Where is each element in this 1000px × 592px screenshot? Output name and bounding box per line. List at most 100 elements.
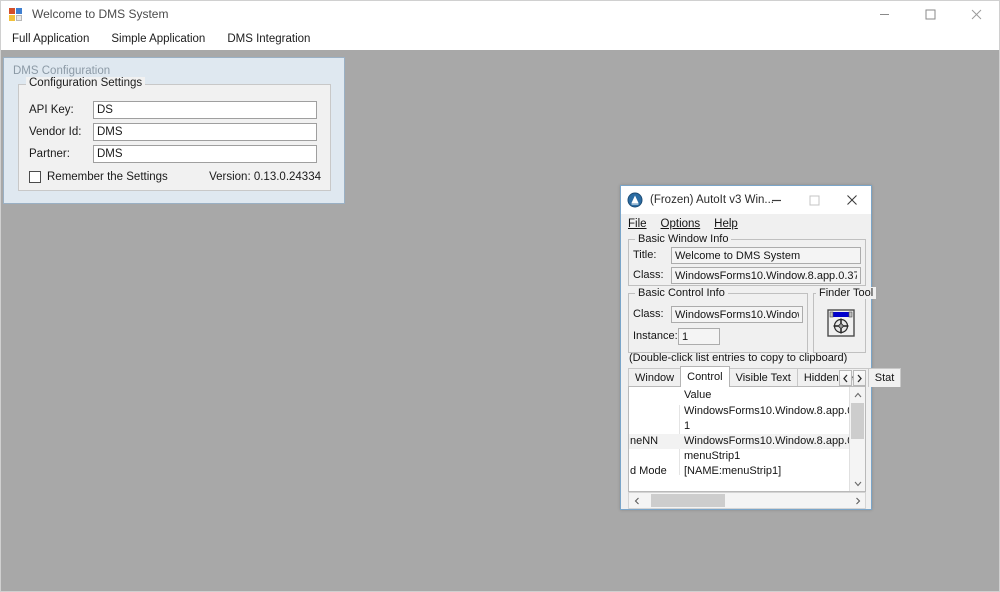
horizontal-scroll-thumb[interactable] bbox=[651, 494, 725, 507]
row-value: [NAME:menuStrip1] bbox=[684, 465, 782, 477]
maximize-icon bbox=[809, 195, 819, 205]
autoit-maximize-button[interactable] bbox=[795, 186, 833, 214]
row-property: d Mode bbox=[630, 465, 667, 477]
row-value: WindowsForms10.Window.8.app.0.37873 bbox=[684, 405, 865, 417]
window-class-value[interactable] bbox=[671, 267, 861, 284]
scroll-up-button[interactable] bbox=[850, 387, 865, 402]
control-properties-listview[interactable]: Value WindowsForms10.Window.8.app.0.3787… bbox=[628, 386, 866, 492]
table-row[interactable]: menuStrip1 bbox=[629, 449, 865, 464]
api-key-input[interactable] bbox=[93, 101, 317, 119]
maximize-button[interactable] bbox=[907, 1, 953, 28]
autoit-tab-strip: Window Control Visible Text Hidden Text … bbox=[628, 366, 902, 387]
table-row[interactable]: 1 bbox=[629, 419, 865, 434]
configuration-settings-group: Configuration Settings API Key: Vendor I… bbox=[18, 77, 331, 191]
chevron-down-icon bbox=[854, 481, 861, 486]
chevron-right-icon bbox=[855, 497, 860, 504]
partner-input[interactable] bbox=[93, 145, 317, 163]
tab-scroll-right-button[interactable] bbox=[853, 370, 866, 386]
tab-visible-text[interactable]: Visible Text bbox=[728, 368, 798, 387]
vendor-id-row: Vendor Id: bbox=[29, 123, 322, 141]
configuration-settings-legend: Configuration Settings bbox=[26, 77, 146, 89]
maximize-icon bbox=[925, 9, 935, 20]
scroll-left-button[interactable] bbox=[629, 493, 644, 508]
main-title-bar: Welcome to DMS System bbox=[1, 1, 999, 28]
dms-configuration-panel: DMS Configuration Configuration Settings… bbox=[3, 57, 345, 204]
table-row[interactable]: neNN WindowsForms10.Window.8.app.0.37873 bbox=[629, 434, 865, 449]
menu-item-help[interactable]: Help bbox=[707, 218, 745, 230]
minimize-icon bbox=[879, 14, 889, 15]
autoit-minimize-button[interactable] bbox=[757, 186, 795, 214]
tab-window[interactable]: Window bbox=[628, 368, 682, 387]
autoit-title-bar: (Frozen) AutoIt v3 Win... bbox=[621, 186, 871, 214]
close-icon bbox=[971, 9, 981, 20]
tab-control[interactable]: Control bbox=[680, 366, 730, 387]
remember-settings-checkbox[interactable]: Remember the Settings bbox=[29, 171, 168, 183]
dms-configuration-title: DMS Configuration bbox=[13, 65, 111, 77]
menu-item-options[interactable]: Options bbox=[654, 218, 708, 230]
window-class-label: Class: bbox=[633, 269, 664, 281]
autoit-menu-bar: File Options Help bbox=[621, 214, 871, 234]
chevron-left-icon bbox=[843, 374, 848, 382]
main-window-title: Welcome to DMS System bbox=[32, 7, 169, 21]
menu-item-file[interactable]: File bbox=[621, 218, 654, 230]
row-value: WindowsForms10.Window.8.app.0.37873 bbox=[684, 435, 865, 447]
menu-item-dms-integration[interactable]: DMS Integration bbox=[216, 30, 321, 48]
autoit-icon bbox=[627, 192, 643, 208]
api-key-row: API Key: bbox=[29, 101, 322, 119]
scroll-down-button[interactable] bbox=[850, 476, 865, 491]
menu-item-file-label: File bbox=[628, 218, 647, 230]
chevron-up-icon bbox=[854, 392, 861, 397]
listview-horizontal-scrollbar[interactable] bbox=[628, 492, 866, 509]
minimize-button[interactable] bbox=[861, 1, 907, 28]
partner-row: Partner: bbox=[29, 145, 322, 163]
close-button[interactable] bbox=[953, 1, 999, 28]
control-instance-value[interactable] bbox=[678, 328, 720, 345]
vertical-scroll-thumb[interactable] bbox=[851, 403, 864, 439]
control-class-value[interactable] bbox=[671, 306, 803, 323]
vendor-id-input[interactable] bbox=[93, 123, 317, 141]
minimize-icon bbox=[771, 199, 781, 201]
api-key-label: API Key: bbox=[29, 104, 74, 116]
listview-vertical-scrollbar[interactable] bbox=[849, 387, 865, 491]
main-menu-bar: Full Application Simple Application DMS … bbox=[1, 28, 999, 51]
listview-hint: (Double-click list entries to copy to cl… bbox=[629, 352, 848, 364]
row-value: 1 bbox=[684, 420, 691, 432]
scroll-right-button[interactable] bbox=[850, 493, 865, 508]
remember-settings-label: Remember the Settings bbox=[47, 171, 168, 183]
listview-header-value: Value bbox=[684, 389, 712, 401]
menu-item-simple-application[interactable]: Simple Application bbox=[100, 30, 216, 48]
menu-item-help-label: Help bbox=[714, 218, 738, 230]
autoit-window-info-tool: (Frozen) AutoIt v3 Win... File Options H… bbox=[620, 185, 902, 510]
table-row[interactable]: d Mode [NAME:menuStrip1] bbox=[629, 464, 865, 479]
menu-item-options-label: Options bbox=[660, 218, 701, 230]
tab-statusbar[interactable]: Stat bbox=[867, 368, 902, 387]
listview-rows: WindowsForms10.Window.8.app.0.37873 1 ne… bbox=[629, 404, 865, 479]
checkbox-box bbox=[29, 171, 41, 183]
finder-target-icon[interactable] bbox=[827, 309, 855, 337]
autoit-window-title: (Frozen) AutoIt v3 Win... bbox=[650, 194, 774, 206]
window-title-value[interactable] bbox=[671, 247, 861, 264]
basic-window-info-legend: Basic Window Info bbox=[635, 233, 732, 245]
control-class-label: Class: bbox=[633, 308, 664, 320]
control-instance-label: Instance: bbox=[633, 330, 678, 342]
chevron-right-icon bbox=[857, 374, 862, 382]
tab-spinner-buttons bbox=[838, 370, 866, 386]
window-title-label: Title: bbox=[633, 249, 657, 261]
main-window-controls bbox=[861, 1, 999, 28]
screen: Welcome to DMS System Full Application S… bbox=[0, 0, 1000, 592]
autoit-close-button[interactable] bbox=[833, 186, 871, 214]
version-text: Version: 0.13.0.24334 bbox=[209, 171, 321, 183]
app-squares-icon bbox=[8, 7, 24, 23]
close-icon bbox=[847, 195, 857, 205]
partner-label: Partner: bbox=[29, 148, 70, 160]
autoit-window-controls bbox=[757, 186, 871, 214]
listview-header: Value bbox=[629, 387, 865, 405]
menu-item-full-application[interactable]: Full Application bbox=[1, 30, 100, 48]
row-value: menuStrip1 bbox=[684, 450, 741, 462]
tab-scroll-left-button[interactable] bbox=[839, 370, 852, 386]
table-row[interactable]: WindowsForms10.Window.8.app.0.37873 bbox=[629, 404, 865, 419]
finder-tool-legend: Finder Tool bbox=[816, 287, 877, 299]
basic-control-info-legend: Basic Control Info bbox=[635, 287, 728, 299]
finder-tool-group: Finder Tool bbox=[813, 287, 877, 353]
row-property: neNN bbox=[630, 435, 659, 447]
